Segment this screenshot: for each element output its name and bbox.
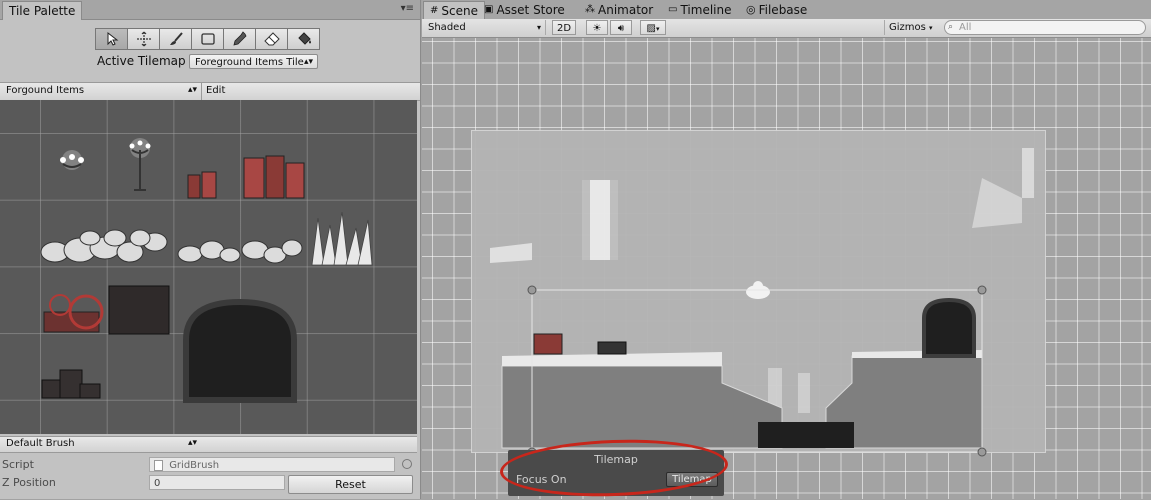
tile-spikes[interactable]	[311, 211, 373, 266]
dropdown-arrow-icon: ▾	[655, 25, 660, 33]
search-icon: ⌕	[948, 22, 954, 32]
shading-value: Shaded	[428, 22, 466, 33]
move-tool-button[interactable]	[127, 28, 160, 50]
select-tool-button[interactable]	[95, 28, 128, 50]
scene-panel: # Scene ▣ Asset Store ⁂ Animator ▭ Timel…	[422, 0, 1151, 499]
paint-brush-tool-button[interactable]	[159, 28, 192, 50]
audio-toggle-button[interactable]: 🔊︎	[610, 20, 632, 35]
box-fill-icon	[200, 33, 215, 45]
tab-scene-label: Scene	[441, 4, 478, 18]
image-icon: ▨	[646, 23, 656, 34]
tile-candelabra[interactable]	[129, 138, 151, 191]
brush-toolbar: Default Brush ▴▾	[0, 436, 417, 453]
panel-menu-icon[interactable]: ▾≡	[401, 3, 414, 14]
dropdown-arrow-icon: ▴▾	[303, 57, 313, 67]
tab-filebase-label: Filebase	[758, 3, 808, 17]
tab-timeline-label: Timeline	[680, 3, 732, 17]
dropdown-arrow-icon: ▾	[536, 23, 541, 32]
paint-brush-icon	[169, 32, 183, 45]
select-icon	[107, 31, 118, 46]
sun-icon: ☀	[592, 23, 602, 34]
script-label: Script	[2, 458, 34, 471]
2d-toggle-button[interactable]: 2D	[552, 20, 576, 35]
tile-crates-small[interactable]	[41, 369, 101, 399]
search-input[interactable]: ⌕ All	[944, 20, 1146, 35]
eyedropper-icon	[232, 31, 246, 46]
tile-cart-wheel[interactable]	[43, 294, 104, 333]
filebase-icon: ◎	[746, 3, 756, 16]
eraser-icon	[263, 32, 280, 46]
animator-icon: ⁂	[585, 4, 595, 15]
tab-scene[interactable]: # Scene	[423, 1, 485, 20]
tile-cave-arch[interactable]	[183, 298, 297, 403]
tab-filebase[interactable]: ◎ Filebase	[746, 1, 807, 19]
palette-dropdown[interactable]: Forgound Items ▴▾	[0, 83, 202, 100]
effects-dropdown[interactable]: ▨▾	[640, 20, 666, 35]
brush-dropdown-label: Default Brush	[6, 438, 75, 449]
tile-palette-panel: Tile Palette ▾≡ Active Tilemap Foregroun…	[0, 0, 421, 499]
shading-dropdown[interactable]: Shaded ▾	[428, 20, 546, 35]
fill-bucket-icon	[297, 32, 311, 45]
box-fill-tool-button[interactable]	[191, 28, 224, 50]
active-tilemap-value: Foreground Items Tile	[195, 57, 304, 68]
chest-prop	[533, 333, 627, 355]
z-position-label: Z Position	[2, 476, 56, 489]
brush-dropdown[interactable]: Default Brush ▴▾	[0, 437, 201, 452]
palette-tiles[interactable]	[0, 100, 417, 434]
fill-bucket-tool-button[interactable]	[287, 28, 320, 50]
search-placeholder: All	[959, 22, 972, 33]
edit-button[interactable]: Edit	[206, 85, 225, 96]
tool-strip	[95, 28, 320, 50]
gizmos-label: Gizmos	[889, 22, 926, 33]
lighting-toggle-button[interactable]: ☀	[586, 20, 608, 35]
asset-store-icon: ▣	[484, 4, 494, 15]
palette-dropdown-label: Forgound Items	[6, 85, 85, 96]
tab-animator-label: Animator	[598, 3, 654, 17]
speaker-icon: 🔊︎	[617, 23, 625, 34]
reset-button[interactable]: Reset	[288, 475, 413, 494]
palette-tile-area[interactable]	[0, 100, 417, 434]
tile-rocks[interactable]	[40, 229, 303, 264]
active-tilemap-label: Active Tilemap	[97, 54, 186, 68]
script-field[interactable]: GridBrush	[149, 457, 395, 472]
active-tilemap-dropdown[interactable]: Foreground Items Tile ▴▾	[189, 54, 318, 69]
gizmos-dropdown[interactable]: Gizmos ▾	[884, 20, 936, 35]
script-target-icon[interactable]	[402, 459, 412, 469]
dropdown-arrow-icon: ▴▾	[187, 438, 197, 448]
cave-door	[922, 297, 976, 358]
tile-palette-tabbar: Tile Palette ▾≡	[0, 0, 420, 20]
script-value: GridBrush	[169, 460, 220, 471]
move-icon	[136, 31, 151, 47]
tab-animator[interactable]: ⁂ Animator	[585, 1, 653, 19]
scene-viewport[interactable]	[422, 38, 1151, 499]
palette-toolbar: Forgound Items ▴▾ Edit	[0, 82, 420, 101]
level-geometry	[490, 148, 1034, 457]
tile-barrels[interactable]	[187, 155, 305, 199]
tab-timeline[interactable]: ▭ Timeline	[668, 1, 731, 19]
z-position-field[interactable]: 0	[149, 475, 285, 490]
tile-crate-large[interactable]	[108, 285, 170, 335]
tile-wall-torch[interactable]	[60, 150, 84, 170]
script-file-icon	[154, 459, 163, 471]
scene-tabbar: # Scene ▣ Asset Store ⁂ Animator ▭ Timel…	[422, 0, 1151, 20]
dropdown-arrow-icon: ▴▾	[187, 85, 197, 95]
dropdown-arrow-icon: ▾	[929, 24, 933, 32]
tab-asset-store-label: Asset Store	[496, 3, 565, 17]
tab-asset-store[interactable]: ▣ Asset Store	[484, 1, 565, 19]
timeline-icon: ▭	[668, 4, 678, 15]
scene-icon: #	[430, 5, 439, 16]
scene-toolbar: Shaded ▾ 2D ☀ 🔊︎ ▨▾ Gizmos ▾ ⌕ All	[422, 19, 1151, 38]
eraser-tool-button[interactable]	[255, 28, 288, 50]
eyedropper-tool-button[interactable]	[223, 28, 256, 50]
tab-tile-palette[interactable]: Tile Palette	[2, 1, 83, 20]
spike-pit	[758, 422, 854, 448]
